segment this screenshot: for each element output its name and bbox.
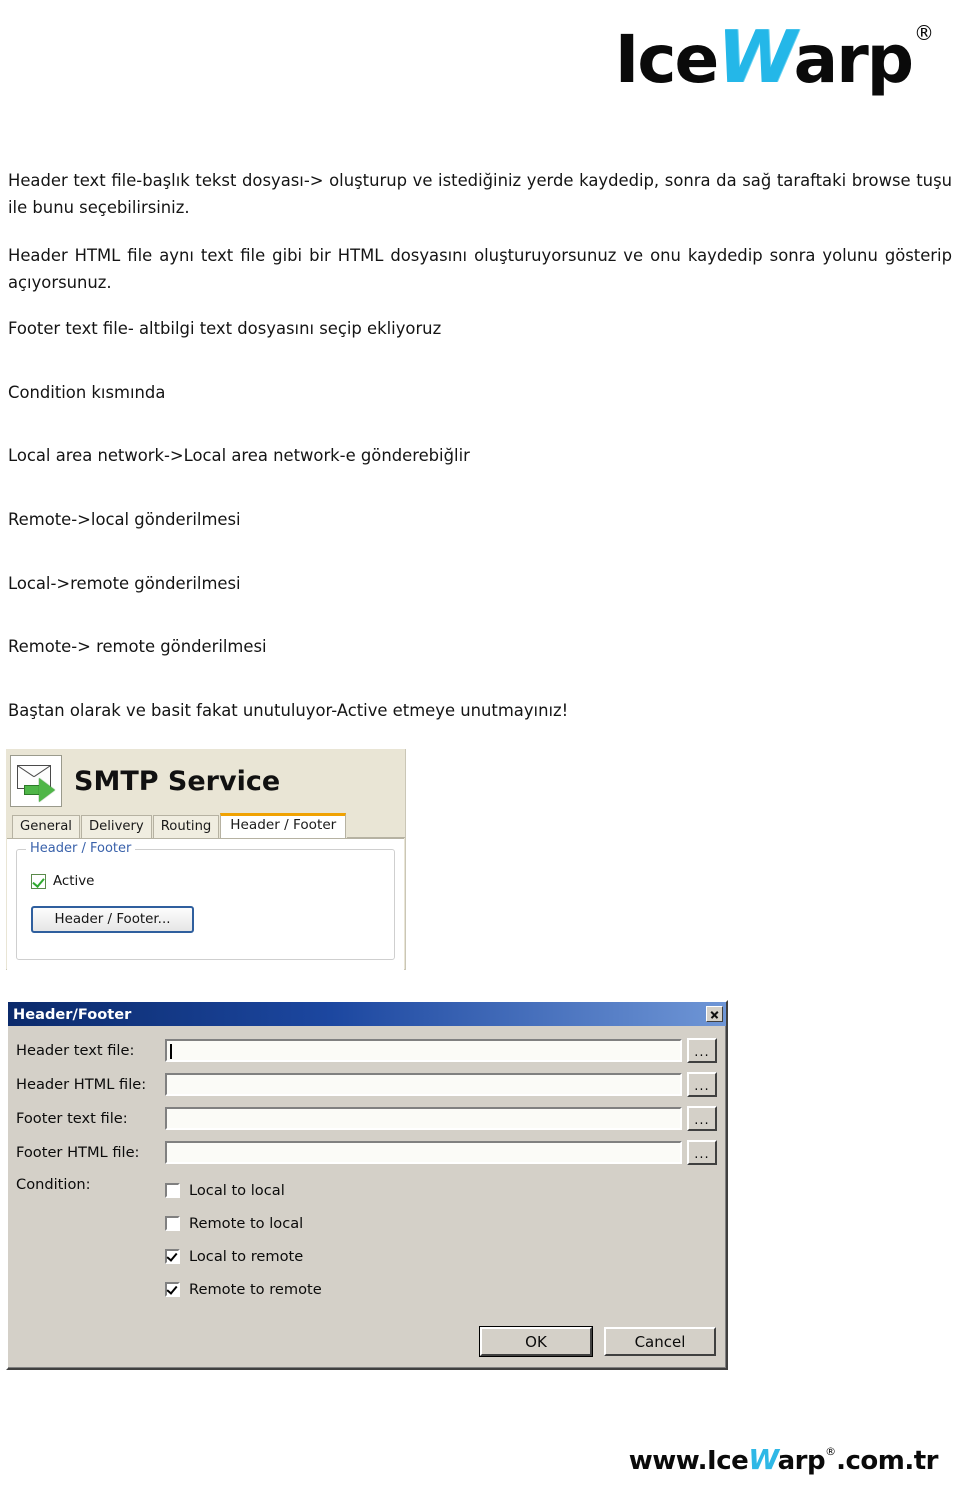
paragraph-header-html-file: Header HTML file aynı text file gibi bir… bbox=[8, 246, 952, 292]
dialog-button-row: OK Cancel bbox=[468, 1326, 716, 1357]
label-local-to-remote: Local to remote bbox=[189, 1248, 304, 1265]
green-arrow-icon bbox=[24, 778, 58, 802]
envelope-send-icon bbox=[10, 755, 62, 807]
header-text-file-label: Header text file: bbox=[16, 1041, 135, 1059]
paragraph-header-text-file: Header text file-başlık tekst dosyası-> … bbox=[8, 171, 952, 217]
cancel-button[interactable]: Cancel bbox=[604, 1327, 716, 1356]
footer-url-prefix: www.Ice bbox=[628, 1446, 749, 1476]
ok-button[interactable]: OK bbox=[479, 1326, 593, 1357]
tab-general[interactable]: General bbox=[12, 815, 80, 838]
field-row-header-text: Header text file: ... bbox=[8, 1036, 726, 1064]
dialog-title: Header/Footer bbox=[13, 1005, 132, 1023]
smtp-tab-pane: Header / Footer Active Header / Footer..… bbox=[7, 838, 404, 970]
field-row-footer-text: Footer text file: ... bbox=[8, 1104, 726, 1132]
header-footer-dialog: Header/Footer Header text file: ... Head… bbox=[6, 1000, 728, 1370]
condition-block: Condition: Local to local Remote to loca… bbox=[8, 1174, 726, 1306]
registered-trademark-icon: ® bbox=[914, 21, 934, 45]
paragraph-remote-to-local: Remote->local gönderilmesi bbox=[8, 510, 241, 530]
document-body: Header text file-başlık tekst dosyası-> … bbox=[8, 168, 952, 724]
header-html-file-label: Header HTML file: bbox=[16, 1075, 147, 1093]
browse-header-html-file-button[interactable]: ... bbox=[687, 1071, 717, 1097]
browse-header-text-file-button[interactable]: ... bbox=[687, 1037, 717, 1063]
page-footer-url: www.Ice W arp ® .com.tr bbox=[628, 1443, 939, 1476]
logo-text-ice: Ice bbox=[614, 21, 719, 98]
condition-label: Condition: bbox=[16, 1176, 91, 1193]
tab-delivery[interactable]: Delivery bbox=[80, 815, 152, 838]
header-text-file-input[interactable] bbox=[165, 1038, 682, 1062]
checkbox-local-to-local[interactable] bbox=[165, 1183, 180, 1198]
arrow-head-shape bbox=[39, 778, 55, 802]
close-icon[interactable] bbox=[706, 1006, 723, 1022]
label-local-to-local: Local to local bbox=[189, 1182, 285, 1199]
dialog-title-bar: Header/Footer bbox=[8, 1002, 726, 1026]
footer-url-accent-w: W bbox=[748, 1443, 779, 1476]
tab-header-footer[interactable]: Header / Footer bbox=[220, 813, 347, 838]
condition-row-local-to-local[interactable]: Local to local bbox=[165, 1174, 726, 1207]
footer-url-suffix: .com.tr bbox=[836, 1446, 938, 1476]
checkbox-local-to-remote[interactable] bbox=[165, 1249, 180, 1264]
smtp-tab-bar: General Delivery Routing Header / Footer bbox=[6, 813, 405, 838]
browse-footer-text-file-button[interactable]: ... bbox=[687, 1105, 717, 1131]
paragraph-local-to-remote: Local->remote gönderilmesi bbox=[8, 573, 241, 593]
tab-bar-filler bbox=[347, 816, 405, 838]
footer-text-file-input[interactable] bbox=[165, 1106, 682, 1130]
footer-text-file-label: Footer text file: bbox=[16, 1109, 128, 1127]
label-remote-to-local: Remote to local bbox=[189, 1215, 304, 1232]
active-checkbox[interactable] bbox=[31, 874, 46, 889]
smtp-service-screenshot: SMTP Service General Delivery Routing He… bbox=[6, 749, 406, 970]
active-checkbox-row[interactable]: Active bbox=[31, 874, 94, 889]
smtp-service-title: SMTP Service bbox=[74, 765, 281, 797]
header-html-file-input[interactable] bbox=[165, 1072, 682, 1096]
dialog-field-list: Header text file: ... Header HTML file: … bbox=[8, 1026, 726, 1166]
condition-row-remote-to-local[interactable]: Remote to local bbox=[165, 1207, 726, 1240]
paragraph-footer-text-file: Footer text file- altbilgi text dosyasın… bbox=[8, 319, 442, 339]
condition-row-local-to-remote[interactable]: Local to remote bbox=[165, 1240, 726, 1273]
footer-url-mid: arp bbox=[777, 1446, 826, 1476]
condition-row-remote-to-remote[interactable]: Remote to remote bbox=[165, 1273, 726, 1306]
paragraph-remote-to-remote: Remote-> remote gönderilmesi bbox=[8, 637, 267, 657]
footer-registered-trademark-icon: ® bbox=[825, 1445, 837, 1458]
paragraph-condition: Condition kısmında bbox=[8, 382, 166, 402]
header-footer-groupbox: Header / Footer Active Header / Footer..… bbox=[16, 841, 395, 960]
browse-footer-html-file-button[interactable]: ... bbox=[687, 1139, 717, 1165]
paragraph-lan-to-lan: Local area network->Local area network-e… bbox=[8, 446, 470, 466]
field-row-footer-html: Footer HTML file: ... bbox=[8, 1138, 726, 1166]
smtp-title-row: SMTP Service bbox=[6, 749, 405, 813]
label-remote-to-remote: Remote to remote bbox=[189, 1281, 322, 1298]
field-row-header-html: Header HTML file: ... bbox=[8, 1070, 726, 1098]
footer-html-file-label: Footer HTML file: bbox=[16, 1143, 140, 1161]
tab-routing[interactable]: Routing bbox=[152, 815, 220, 838]
paragraph-active-reminder: Baştan olarak ve basit fakat unutuluyor-… bbox=[8, 700, 569, 720]
checkbox-remote-to-remote[interactable] bbox=[165, 1282, 180, 1297]
logo-text-w-accent: W bbox=[717, 15, 796, 99]
icewarp-logo: Ice W arp ® bbox=[614, 15, 934, 99]
active-checkbox-label: Active bbox=[53, 874, 95, 889]
header-footer-settings-button[interactable]: Header / Footer... bbox=[31, 906, 194, 933]
groupbox-label: Header / Footer bbox=[26, 841, 136, 856]
checkbox-remote-to-local[interactable] bbox=[165, 1216, 180, 1231]
paragraph-list: Footer text file- altbilgi text dosyasın… bbox=[8, 316, 952, 724]
footer-html-file-input[interactable] bbox=[165, 1140, 682, 1164]
logo-text-arp: arp bbox=[793, 21, 914, 98]
brand-header: Ice W arp ® bbox=[614, 14, 934, 100]
condition-option-list: Local to local Remote to local Local to … bbox=[165, 1174, 726, 1306]
